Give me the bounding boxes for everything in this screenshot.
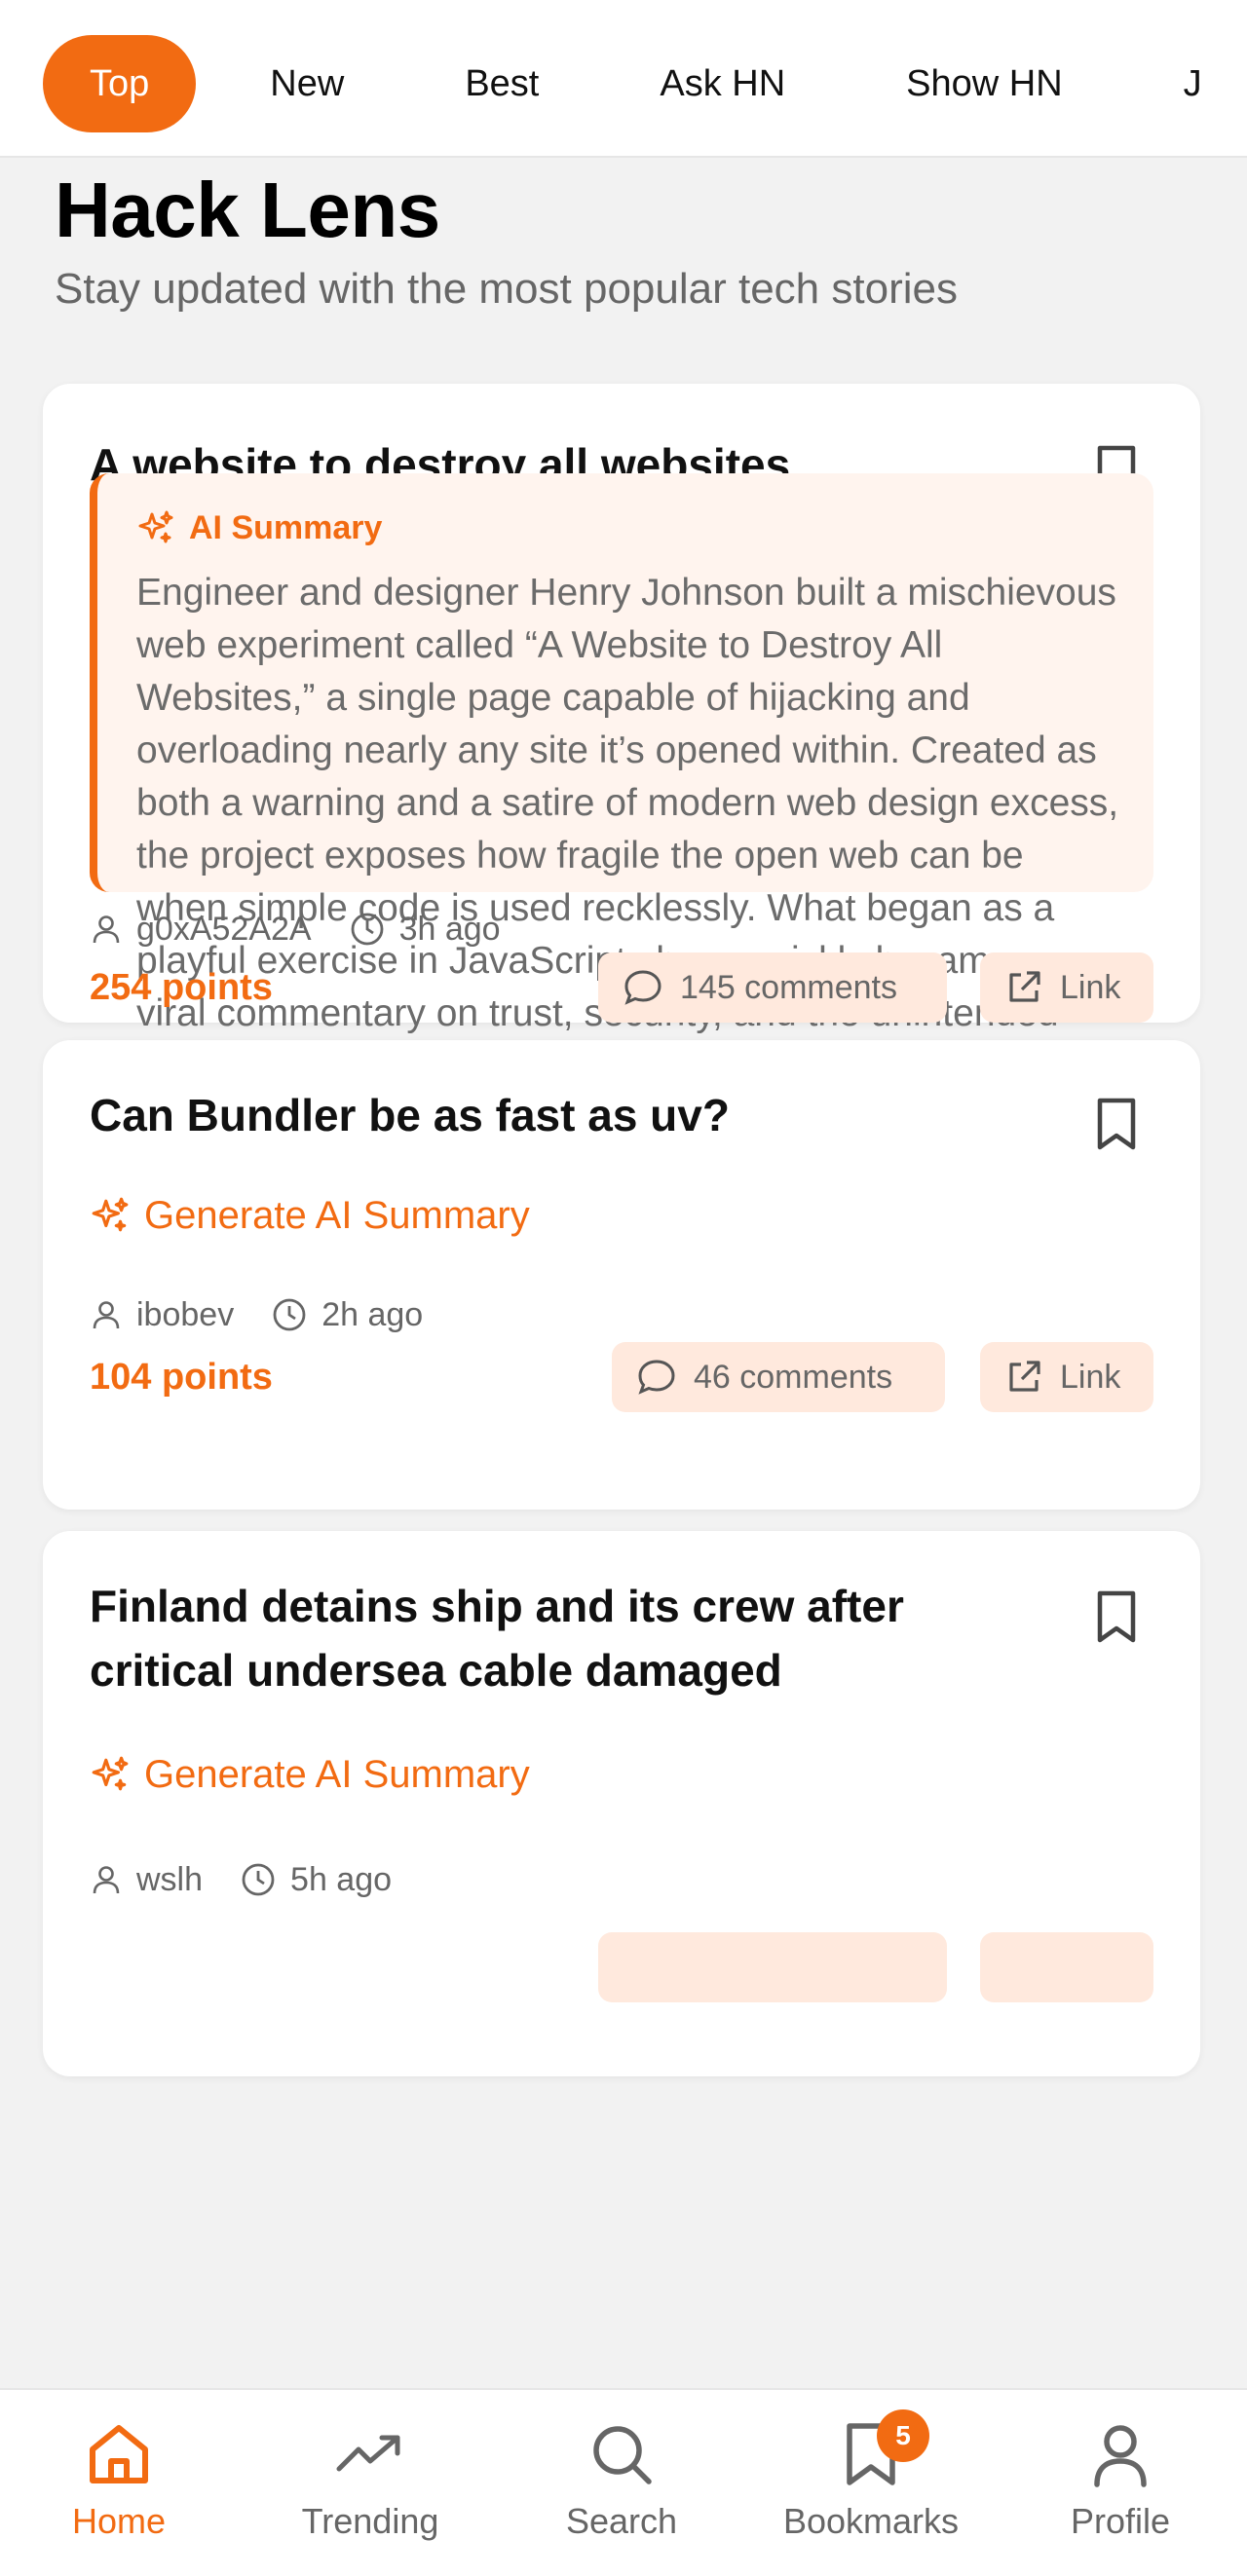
comments-count: 46 comments <box>694 1358 893 1396</box>
comments-count: 145 comments <box>680 968 897 1006</box>
story-points: 254 points <box>90 966 273 1008</box>
comments-button[interactable]: 145 comments <box>598 952 947 1023</box>
story-title[interactable]: Can Bundler be as fast as uv? <box>90 1083 1025 1147</box>
clock-icon <box>349 911 386 948</box>
tab-show-hn[interactable]: Show HN <box>859 35 1110 132</box>
clock-icon <box>240 1861 277 1898</box>
sparkle-icon <box>138 510 173 543</box>
nav-profile-label: Profile <box>1070 2501 1171 2541</box>
sparkle-icon <box>92 1756 129 1791</box>
ai-summary-box: AI Summary Engineer and designer Henry J… <box>90 473 1153 1087</box>
story-card[interactable]: Finland detains ship and its crew after … <box>43 1531 1200 2076</box>
page-title: Hack Lens <box>55 167 440 253</box>
generate-ai-summary-button[interactable]: Generate AI Summary <box>90 1749 530 1800</box>
external-link-icon <box>1009 971 1040 1002</box>
nav-trending-label: Trending <box>301 2501 439 2541</box>
story-time: 5h ago <box>290 1860 393 1898</box>
nav-home-label: Home <box>71 2501 167 2541</box>
bookmark-icon <box>1097 1098 1136 1150</box>
nav-bookmarks-label: Bookmarks <box>782 2501 960 2541</box>
nav-bookmarks[interactable]: 5 Bookmarks <box>764 2409 978 2542</box>
page-subtitle: Stay updated with the most popular tech … <box>55 265 958 313</box>
nav-search[interactable]: Search <box>514 2415 729 2542</box>
nav-trending[interactable]: Trending <box>263 2415 477 2542</box>
clock-icon <box>271 1296 308 1333</box>
tab-top[interactable]: Top <box>43 35 197 132</box>
user-icon <box>90 1298 123 1331</box>
bookmark-icon: 5 <box>842 2409 929 2493</box>
story-points: 104 points <box>90 1356 273 1398</box>
story-meta: ibobev 2h ago <box>90 1291 423 1338</box>
bookmark-button[interactable] <box>1085 1586 1148 1648</box>
comment-icon <box>624 970 661 1005</box>
bookmark-button[interactable] <box>1085 1093 1148 1155</box>
nav-profile[interactable]: Profile <box>1013 2415 1228 2542</box>
nav-search-label: Search <box>565 2501 678 2541</box>
generate-summary-label: Generate AI Summary <box>144 1752 530 1796</box>
tab-best[interactable]: Best <box>418 35 586 132</box>
generate-summary-label: Generate AI Summary <box>144 1193 530 1237</box>
top-tab-bar: Top New Best Ask HN Show HN J <box>0 0 1247 158</box>
bottom-navigation: Home Trending Search 5 Bookmarks Profile <box>0 2388 1247 2576</box>
bookmarks-count-badge: 5 <box>877 2409 929 2462</box>
story-meta: g0xA52A2A 3h ago <box>90 906 501 952</box>
story-author[interactable]: wslh <box>136 1861 203 1899</box>
link-button[interactable]: Link <box>980 952 1153 1023</box>
external-link-icon <box>1009 1361 1040 1392</box>
generate-ai-summary-button[interactable]: Generate AI Summary <box>90 1190 530 1241</box>
link-label: Link <box>1060 968 1121 1006</box>
comment-icon <box>638 1360 675 1395</box>
user-icon <box>90 913 123 946</box>
story-time: 3h ago <box>398 910 501 948</box>
home-icon <box>85 2415 153 2493</box>
bookmark-icon <box>1097 1590 1136 1643</box>
story-time: 2h ago <box>321 1295 424 1333</box>
story-author[interactable]: ibobev <box>136 1296 234 1334</box>
story-card[interactable]: A website to destroy all websites AI Sum… <box>43 384 1200 1087</box>
tab-jobs-partial[interactable]: J <box>1137 35 1247 132</box>
nav-home[interactable]: Home <box>12 2415 226 2542</box>
ai-summary-header: AI Summary <box>136 506 1120 549</box>
feed-tabs: Top New Best Ask HN Show HN J <box>43 35 1247 132</box>
search-icon <box>587 2415 656 2493</box>
ai-summary-label: AI Summary <box>189 508 383 546</box>
story-meta: wslh 5h ago <box>90 1856 392 1903</box>
story-author[interactable]: g0xA52A2A <box>136 911 312 949</box>
link-button[interactable] <box>980 1932 1153 2002</box>
user-icon <box>90 1863 123 1896</box>
link-label: Link <box>1060 1358 1121 1396</box>
link-button[interactable]: Link <box>980 1342 1153 1412</box>
trending-icon <box>335 2415 405 2493</box>
story-title[interactable]: Finland detains ship and its crew after … <box>90 1574 1025 1702</box>
feed-content[interactable]: Hack Lens Stay updated with the most pop… <box>0 158 1247 2388</box>
story-card[interactable]: Can Bundler be as fast as uv? Generate A… <box>43 1040 1200 1510</box>
sparkle-icon <box>92 1197 129 1232</box>
tab-ask-hn[interactable]: Ask HN <box>613 35 832 132</box>
profile-icon <box>1091 2415 1150 2493</box>
comments-button[interactable] <box>598 1932 947 2002</box>
tab-new[interactable]: New <box>223 35 391 132</box>
comments-button[interactable]: 46 comments <box>612 1342 945 1412</box>
